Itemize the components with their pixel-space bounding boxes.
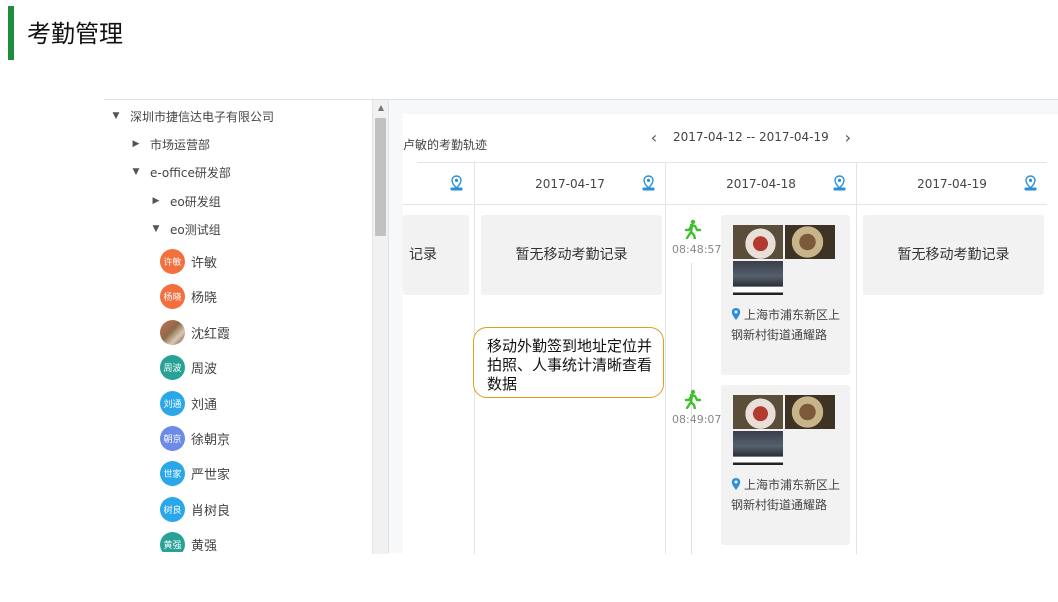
empty-record-card: 记录 (403, 215, 469, 295)
empty-record-text: 记录 (409, 247, 437, 263)
map-icon[interactable] (833, 175, 846, 191)
chevron-right-icon[interactable]: › (841, 128, 855, 147)
page-header: 考勤管理 (0, 0, 1058, 62)
location-pin-icon (731, 308, 741, 320)
empty-record-text: 暂无移动考勤记录 (515, 247, 628, 263)
avatar: 刘通 (160, 390, 185, 416)
day-column: 2017-04-18 08:48:57 上海市浦东新区上钢新村街道通耀路 08:… (665, 163, 856, 554)
date-navigator: ‹ 2017-04-12 -- 2017-04-19 › (647, 126, 855, 148)
day-date: 2017-04-18 (726, 177, 796, 191)
track-panel: 卢敏的考勤轨迹 ‹ 2017-04-12 -- 2017-04-19 › 记录 … (389, 99, 1058, 554)
record-address: 上海市浦东新区上钢新村街道通耀路 (731, 305, 843, 345)
scroll-thumb[interactable] (375, 118, 386, 236)
person-item[interactable]: 世家 严世家 (160, 458, 230, 488)
avatar: 许敏 (160, 248, 185, 274)
tree-node-group-test[interactable]: ▼ eo测试组 (150, 215, 221, 243)
tree-node-label: eo测试组 (170, 222, 221, 237)
person-item[interactable]: 周波 周波 (160, 352, 217, 382)
day-date: 2017-04-17 (535, 177, 605, 191)
org-tree-panel: ▼ 深圳市捷信达电子有限公司 ▶ 市场运营部 ▼ e-office研发部 ▶ e… (104, 99, 389, 554)
avatar: 杨晓 (160, 283, 185, 309)
attendance-record[interactable]: 上海市浦东新区上钢新村街道通耀路 (721, 215, 850, 375)
empty-record-card: 暂无移动考勤记录 (481, 215, 662, 295)
location-pin-icon (731, 478, 741, 490)
person-name: 严世家 (191, 467, 231, 483)
feature-callout: 移动外勤签到地址定位并拍照、人事统计清晰查看数据 (473, 327, 664, 398)
record-photo[interactable] (733, 431, 783, 465)
record-address-text: 上海市浦东新区上钢新村街道通耀路 (731, 308, 841, 342)
person-name: 徐朝京 (191, 432, 231, 448)
map-icon[interactable] (450, 175, 463, 191)
person-item[interactable]: 刘通 刘通 (160, 388, 217, 418)
avatar: 周波 (160, 354, 185, 380)
caret-down-icon[interactable]: ▼ (150, 224, 162, 234)
person-item[interactable]: 杨晓 杨晓 (160, 281, 217, 311)
page-title: 考勤管理 (27, 20, 123, 48)
tree-node-label: eo研发组 (170, 194, 221, 209)
org-tree: ▼ 深圳市捷信达电子有限公司 ▶ 市场运营部 ▼ e-office研发部 ▶ e… (104, 100, 372, 552)
day-header (403, 163, 473, 205)
tree-node-group-dev[interactable]: ▶ eo研发组 (150, 187, 221, 215)
day-date: 2017-04-19 (917, 177, 987, 191)
person-name: 周波 (191, 361, 218, 377)
day-column: 记录 (403, 163, 473, 554)
attendance-record[interactable]: 上海市浦东新区上钢新村街道通耀路 (721, 385, 850, 545)
day-header: 2017-04-19 (857, 163, 1047, 205)
person-item[interactable]: 许敏 许敏 (160, 246, 217, 276)
record-photo[interactable] (785, 395, 835, 429)
track-title: 卢敏的考勤轨迹 (403, 138, 488, 152)
walking-person-icon (684, 389, 702, 409)
record-photo[interactable] (733, 261, 783, 295)
day-header: 2017-04-17 (475, 163, 665, 205)
map-icon[interactable] (642, 175, 655, 191)
person-item[interactable]: 黄强 黄强 (160, 529, 217, 552)
record-photo[interactable] (733, 395, 783, 429)
person-item[interactable]: 沈红霞 (160, 317, 230, 347)
avatar: 世家 (160, 460, 185, 486)
chevron-left-icon[interactable]: ‹ (647, 128, 661, 147)
empty-record-text: 暂无移动考勤记录 (897, 247, 1010, 263)
scroll-up-icon[interactable]: ▲ (373, 102, 389, 114)
tree-scrollbar[interactable]: ▲ (372, 100, 388, 554)
empty-record-card: 暂无移动考勤记录 (863, 215, 1044, 295)
tree-node-label: 深圳市捷信达电子有限公司 (130, 109, 275, 124)
walking-person-icon (684, 219, 702, 239)
avatar: 朝京 (160, 425, 185, 451)
person-name: 许敏 (191, 255, 218, 271)
person-name: 刘通 (191, 397, 218, 413)
record-address: 上海市浦东新区上钢新村街道通耀路 (731, 475, 843, 515)
tree-node-dept-market[interactable]: ▶ 市场运营部 (130, 130, 210, 158)
record-photo[interactable] (733, 225, 783, 259)
tree-node-label: e-office研发部 (150, 165, 231, 180)
tree-node-company[interactable]: ▼ 深圳市捷信达电子有限公司 (110, 102, 274, 130)
avatar: 黄强 (160, 531, 185, 552)
record-photo[interactable] (785, 225, 835, 259)
person-name: 黄强 (191, 538, 218, 553)
caret-down-icon[interactable]: ▼ (130, 167, 142, 177)
day-header: 2017-04-18 (666, 163, 856, 205)
map-icon[interactable] (1024, 175, 1037, 191)
tree-node-label: 市场运营部 (150, 137, 211, 152)
tree-node-dept-eoffice[interactable]: ▼ e-office研发部 (130, 158, 231, 186)
person-item[interactable]: 树良 肖树良 (160, 494, 230, 524)
caret-right-icon[interactable]: ▶ (150, 196, 162, 206)
avatar (160, 319, 185, 345)
title-accent-bar (8, 6, 14, 60)
person-name: 沈红霞 (191, 326, 231, 342)
day-column: 2017-04-19 暂无移动考勤记录 (856, 163, 1047, 554)
person-name: 肖树良 (191, 503, 231, 519)
avatar: 树良 (160, 496, 185, 522)
record-time: 08:49:07 (672, 413, 722, 426)
record-address-text: 上海市浦东新区上钢新村街道通耀路 (731, 478, 841, 512)
person-name: 杨晓 (191, 290, 218, 306)
caret-down-icon[interactable]: ▼ (110, 111, 122, 121)
caret-right-icon[interactable]: ▶ (130, 139, 142, 149)
person-item[interactable]: 朝京 徐朝京 (160, 423, 230, 453)
record-time: 08:48:57 (672, 243, 722, 256)
date-range: 2017-04-12 -- 2017-04-19 (673, 130, 829, 144)
